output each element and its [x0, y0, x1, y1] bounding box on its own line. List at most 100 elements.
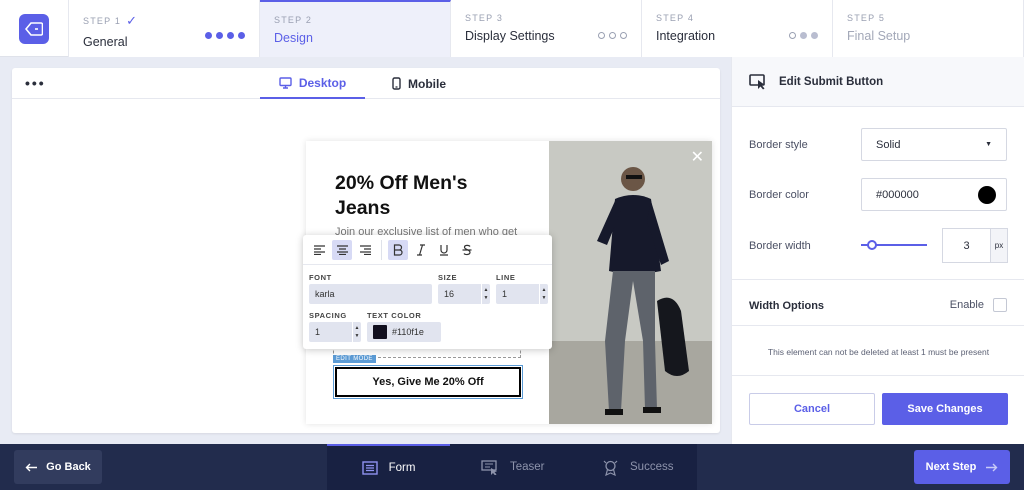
spacing-value: 1 [315, 327, 321, 337]
success-badge-icon [603, 460, 618, 476]
edit-panel: Edit Submit Button Border style Solid ▼ B… [731, 57, 1024, 444]
form-icon [361, 461, 378, 475]
go-back-label: Go Back [46, 461, 91, 473]
step-display-settings[interactable]: STEP 3 Display Settings [451, 0, 642, 57]
step-number: STEP 2 [274, 15, 313, 25]
format-buttons [303, 235, 552, 265]
stepper-arrows-icon[interactable]: ▲ ▼ [539, 284, 548, 304]
text-color-picker[interactable]: #110f1e [367, 322, 441, 342]
step-integration[interactable]: STEP 4 Integration [642, 0, 833, 57]
step-design[interactable]: STEP 2 Design [260, 0, 451, 57]
border-width-label: Border width [749, 240, 811, 252]
step-final-setup[interactable]: STEP 5 Final Setup [833, 0, 1024, 57]
text-color-label: TEXT COLOR [367, 311, 422, 320]
divider [732, 375, 1024, 376]
text-color-value: #110f1e [392, 327, 424, 337]
tab-label: Mobile [408, 76, 446, 91]
tab-label: Success [630, 461, 674, 473]
tab-desktop[interactable]: Desktop [260, 68, 365, 99]
bold-icon[interactable] [388, 239, 408, 260]
step-general[interactable]: STEP 1 ✓ General [69, 0, 260, 57]
bottom-tabs: Form Teaser Success [327, 444, 697, 490]
mobile-icon [392, 77, 401, 90]
bottom-bar: Go Back Form Teaser Success Next Step [0, 444, 1024, 490]
submit-button-selected[interactable]: Yes, Give Me 20% Off [333, 365, 523, 399]
arrow-left-icon [25, 463, 38, 471]
step-number: STEP 3 [465, 13, 504, 23]
delete-note: This element can not be deleted at least… [767, 347, 990, 357]
panel-title: Edit Submit Button [779, 75, 884, 88]
check-icon: ✓ [126, 13, 137, 28]
line-stepper[interactable]: 1 ▲ ▼ [496, 284, 548, 304]
enable-label: Enable [949, 299, 984, 311]
size-label: SIZE [438, 273, 458, 282]
font-select[interactable]: karla [309, 284, 432, 304]
close-icon[interactable]: ✕ [691, 147, 704, 167]
divider [732, 279, 1024, 280]
unit-label: px [991, 228, 1008, 263]
tab-label: Form [388, 462, 416, 474]
next-step-label: Next Step [925, 461, 977, 473]
border-style-label: Border style [749, 139, 808, 151]
color-swatch [373, 325, 387, 339]
text-format-toolbar: FONT karla SIZE 16 ▲ ▼ LINE 1 ▲ ▼ SPACING 1 ▲… [303, 235, 552, 349]
popup-title[interactable]: 20% Off Men's Jeans [335, 171, 525, 221]
desktop-icon [279, 76, 292, 89]
slider-handle[interactable] [867, 240, 877, 250]
cta-label: Yes, Give Me 20% Off [335, 367, 521, 397]
line-value: 1 [502, 289, 508, 299]
tab-label: Teaser [510, 461, 545, 473]
align-right-icon[interactable] [355, 240, 375, 260]
go-back-button[interactable]: Go Back [14, 450, 102, 484]
logo[interactable] [0, 0, 69, 57]
tab-mobile[interactable]: Mobile [392, 68, 446, 99]
step-number: STEP 1 [83, 16, 122, 26]
model-photo: ✕ [549, 141, 712, 424]
arrow-right-icon [986, 463, 998, 471]
border-color-value: #000000 [876, 188, 919, 201]
step-bar: STEP 1 ✓ General STEP 2 Design STEP 3 Dis… [0, 0, 1024, 57]
enable-toggle[interactable]: Enable [950, 298, 1007, 312]
panel-header: Edit Submit Button [732, 57, 1024, 107]
spacing-label: SPACING [309, 311, 347, 320]
size-stepper[interactable]: 16 ▲ ▼ [438, 284, 490, 304]
step-number: STEP 5 [847, 13, 886, 23]
edit-mode-badge: EDIT MODE [333, 355, 376, 363]
underline-icon[interactable] [434, 240, 454, 260]
spacing-stepper[interactable]: 1 ▲ ▼ [309, 322, 361, 342]
strikethrough-icon[interactable] [457, 240, 477, 260]
tab-form[interactable]: Form [327, 444, 450, 490]
next-step-button[interactable]: Next Step [914, 450, 1010, 484]
step-number: STEP 4 [656, 13, 695, 23]
cancel-button[interactable]: Cancel [749, 393, 875, 425]
button-cursor-icon [749, 73, 765, 89]
color-swatch-icon[interactable] [978, 185, 996, 204]
line-label: LINE [496, 273, 516, 282]
border-width-input[interactable]: 3 [942, 228, 991, 263]
size-value: 16 [444, 289, 455, 299]
stepper-arrows-icon[interactable]: ▲ ▼ [352, 322, 361, 342]
tab-success[interactable]: Success [602, 444, 673, 490]
teaser-icon [481, 459, 497, 475]
align-left-icon[interactable] [309, 240, 329, 260]
more-menu-icon[interactable]: ••• [25, 76, 46, 90]
step-name: Final Setup [847, 29, 911, 43]
tab-teaser[interactable]: Teaser [481, 444, 545, 490]
italic-icon[interactable] [411, 240, 431, 260]
back-arrow-icon [19, 13, 49, 44]
tab-label: Desktop [298, 75, 347, 90]
progress-dots [205, 32, 245, 39]
save-changes-button[interactable]: Save Changes [882, 393, 1008, 425]
align-center-icon[interactable] [332, 239, 352, 260]
stepper-arrows-icon[interactable]: ▲ ▼ [481, 284, 490, 304]
font-label: FONT [309, 273, 332, 282]
progress-dots [598, 32, 627, 39]
preview-toolbar: ••• Desktop Mobile [12, 68, 720, 99]
progress-dots [789, 32, 818, 39]
border-style-select[interactable]: Solid ▼ [861, 128, 1007, 161]
enable-checkbox[interactable] [993, 298, 1007, 312]
dropdown-arrow-icon: ▼ [985, 141, 992, 148]
border-style-value: Solid [876, 138, 901, 151]
step-name: Design [274, 31, 313, 45]
border-color-input[interactable]: #000000 [861, 178, 1007, 211]
